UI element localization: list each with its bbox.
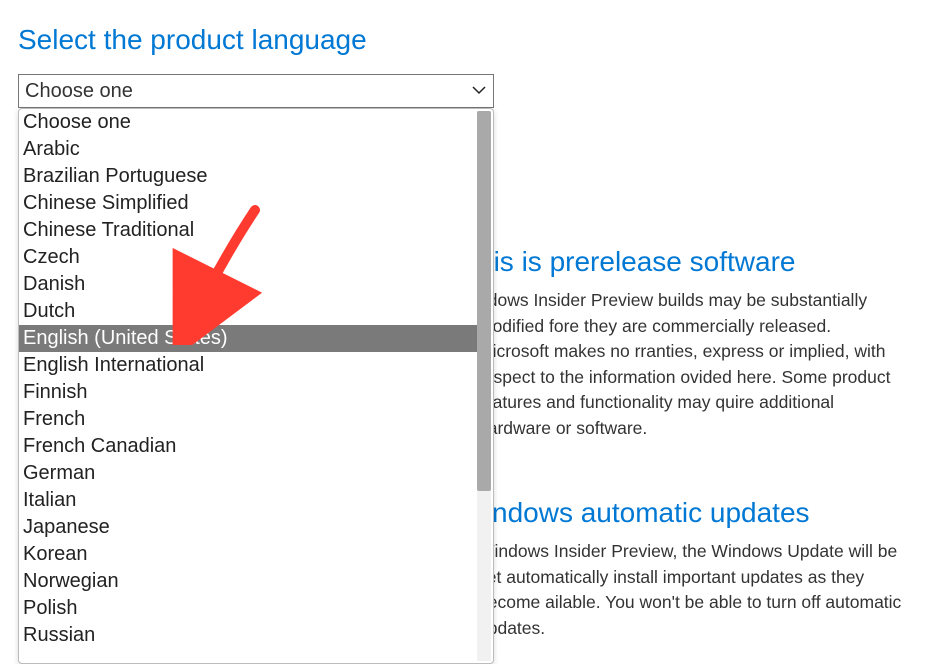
updates-body: Windows Insider Preview, the Windows Upd… bbox=[478, 539, 904, 641]
language-option[interactable]: Finnish bbox=[19, 379, 477, 406]
language-option[interactable]: Norwegian bbox=[19, 568, 477, 595]
right-column: his is prerelease software ndows Insider… bbox=[478, 246, 916, 641]
language-option[interactable]: Korean bbox=[19, 541, 477, 568]
language-select[interactable]: Choose one bbox=[18, 74, 494, 108]
language-option[interactable]: Japanese bbox=[19, 514, 477, 541]
updates-heading: /indows automatic updates bbox=[478, 497, 904, 529]
prerelease-body: ndows Insider Preview builds may be subs… bbox=[478, 288, 904, 441]
language-select-wrapper: Choose one Choose oneArabicBrazilian Por… bbox=[18, 74, 494, 108]
language-option[interactable]: Dutch bbox=[19, 298, 477, 325]
language-option[interactable]: Polish bbox=[19, 595, 477, 622]
language-option[interactable]: English International bbox=[19, 352, 477, 379]
prerelease-heading: his is prerelease software bbox=[478, 246, 904, 278]
page-heading: Select the product language bbox=[0, 0, 925, 74]
dropdown-scrollbar[interactable] bbox=[477, 111, 491, 661]
language-option[interactable]: French Canadian bbox=[19, 433, 477, 460]
language-option[interactable]: Czech bbox=[19, 244, 477, 271]
language-option[interactable]: English (United States) bbox=[19, 325, 477, 352]
language-option[interactable]: Danish bbox=[19, 271, 477, 298]
dropdown-scrollbar-thumb[interactable] bbox=[477, 111, 491, 491]
language-option[interactable]: German bbox=[19, 460, 477, 487]
language-option[interactable]: Brazilian Portuguese bbox=[19, 163, 477, 190]
language-option[interactable]: Arabic bbox=[19, 136, 477, 163]
language-select-value: Choose one bbox=[25, 80, 133, 103]
language-option[interactable]: Russian bbox=[19, 622, 477, 649]
language-option[interactable]: Choose one bbox=[19, 109, 477, 136]
language-dropdown-list: Choose oneArabicBrazilian PortugueseChin… bbox=[19, 109, 477, 663]
language-dropdown-panel: Choose oneArabicBrazilian PortugueseChin… bbox=[18, 108, 494, 664]
chevron-down-icon bbox=[471, 82, 487, 101]
language-option[interactable]: Chinese Traditional bbox=[19, 217, 477, 244]
language-option[interactable]: Italian bbox=[19, 487, 477, 514]
language-option[interactable]: Chinese Simplified bbox=[19, 190, 477, 217]
language-option[interactable]: French bbox=[19, 406, 477, 433]
